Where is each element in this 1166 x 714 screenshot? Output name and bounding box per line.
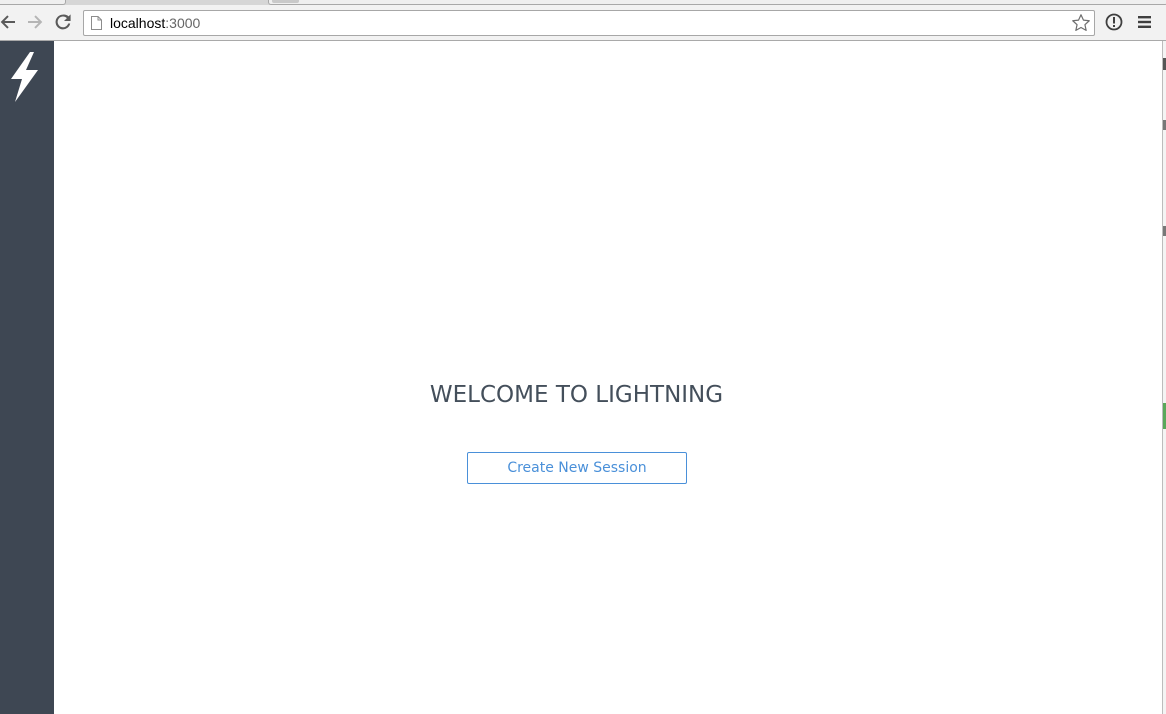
- address-bar[interactable]: localhost:3000: [83, 10, 1095, 36]
- reload-button[interactable]: [53, 12, 73, 32]
- lightning-bolt-icon[interactable]: [6, 51, 40, 103]
- tab-previous[interactable]: [0, 0, 66, 5]
- reload-icon: [55, 14, 71, 30]
- new-tab-button[interactable]: [272, 0, 299, 3]
- sidebar: [0, 41, 54, 714]
- page-content: WELCOME TO LIGHTNING Create New Session: [0, 41, 1166, 714]
- tab-current[interactable]: [268, 0, 1166, 5]
- info-circle-icon[interactable]: [1104, 12, 1124, 32]
- back-arrow-icon: [0, 15, 16, 29]
- tab-strip: [0, 0, 1166, 5]
- star-icon[interactable]: [1071, 13, 1091, 33]
- create-new-session-button[interactable]: Create New Session: [467, 452, 687, 484]
- url-host: localhost: [110, 15, 166, 31]
- back-button[interactable]: [0, 12, 18, 32]
- main-panel: WELCOME TO LIGHTNING Create New Session: [54, 41, 1162, 714]
- url-text[interactable]: localhost:3000: [110, 15, 200, 32]
- url-port: :3000: [165, 15, 201, 31]
- forward-arrow-icon: [28, 15, 43, 29]
- hamburger-menu-icon[interactable]: [1136, 13, 1154, 31]
- forward-button[interactable]: [25, 12, 45, 32]
- welcome-title: WELCOME TO LIGHTNING: [429, 382, 724, 408]
- page-icon: [91, 16, 102, 30]
- browser-toolbar: localhost:3000: [0, 0, 1166, 41]
- adjacent-window-edge: [1162, 41, 1166, 714]
